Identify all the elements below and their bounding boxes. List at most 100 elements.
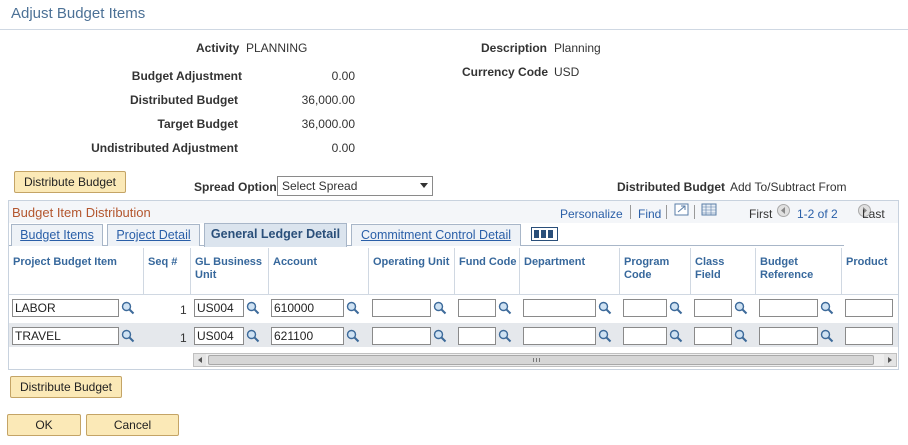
lookup-icon[interactable] [433, 301, 447, 315]
lookup-icon[interactable] [598, 301, 612, 315]
account-input[interactable]: 621100 [271, 327, 344, 345]
class-field-input[interactable] [694, 299, 732, 317]
program-code-input[interactable] [623, 299, 667, 317]
lookup-icon[interactable] [121, 329, 135, 343]
gl-business-unit-input[interactable]: US004 [194, 327, 244, 345]
operating-unit-input[interactable] [372, 327, 431, 345]
first-label: First [749, 207, 773, 221]
undistributed-adjustment-label: Undistributed Adjustment [91, 141, 238, 155]
spread-option-select[interactable]: Select Spread [277, 176, 433, 196]
lookup-icon[interactable] [246, 301, 260, 315]
column-separator [841, 248, 842, 294]
description-label: Description [481, 41, 548, 55]
personalize-link[interactable]: Personalize [560, 207, 623, 221]
distribute-budget-button-top[interactable]: Distribute Budget [14, 171, 126, 193]
column-header-operating-unit: Operating Unit [373, 256, 450, 268]
column-header-class-field: Class Field [695, 256, 725, 281]
lookup-icon[interactable] [346, 301, 360, 315]
spread-option-value: Select Spread [282, 179, 358, 193]
lookup-icon[interactable] [669, 301, 683, 315]
download-spreadsheet-icon[interactable] [701, 203, 717, 217]
lookup-icon[interactable] [734, 329, 748, 343]
product-input[interactable] [845, 299, 893, 317]
column-header-product: Product [846, 256, 888, 268]
activity-label: Activity [196, 41, 240, 55]
operating-unit-input[interactable] [372, 299, 431, 317]
grid-link-divider-2 [666, 205, 667, 219]
column-separator [454, 248, 455, 294]
column-separator [755, 248, 756, 294]
budget-reference-input[interactable] [759, 327, 818, 345]
department-input[interactable] [523, 299, 596, 317]
lookup-icon[interactable] [246, 329, 260, 343]
previous-row-icon[interactable] [777, 204, 790, 217]
grid-link-divider [630, 205, 631, 219]
lookup-icon[interactable] [669, 329, 683, 343]
fund-code-input[interactable] [458, 327, 496, 345]
last-label: Last [862, 207, 885, 221]
view-all-icon[interactable] [674, 203, 690, 217]
project-budget-item-input[interactable]: LABOR [12, 299, 119, 317]
product-input[interactable] [845, 327, 893, 345]
description-value: Planning [554, 41, 601, 55]
tab-general-ledger-detail[interactable]: General Ledger Detail [204, 223, 347, 247]
lookup-icon[interactable] [820, 301, 834, 315]
budget-adjustment-label: Budget Adjustment [131, 69, 242, 83]
target-budget-value: 36,000.00 [301, 117, 355, 131]
undistributed-adjustment-value: 0.00 [331, 141, 355, 155]
column-header-account: Account [273, 256, 317, 268]
distribute-budget-button-bottom[interactable]: Distribute Budget [10, 376, 122, 398]
column-header-project-budget-item: Project Budget Item [13, 256, 117, 268]
budget-reference-input[interactable] [759, 299, 818, 317]
page-title: Adjust Budget Items [11, 5, 146, 22]
class-field-input[interactable] [694, 327, 732, 345]
lookup-icon[interactable] [498, 329, 512, 343]
scroll-left-icon[interactable] [194, 354, 206, 366]
lookup-icon[interactable] [121, 301, 135, 315]
lookup-icon[interactable] [598, 329, 612, 343]
lookup-icon[interactable] [433, 329, 447, 343]
program-code-input[interactable] [623, 327, 667, 345]
budget-adjustment-value: 0.00 [331, 69, 355, 83]
column-separator [143, 248, 144, 294]
column-separator [619, 248, 620, 294]
lookup-icon[interactable] [734, 301, 748, 315]
project-budget-item-input[interactable]: TRAVEL [12, 327, 119, 345]
cancel-button[interactable]: Cancel [86, 414, 179, 436]
target-budget-label: Target Budget [157, 117, 238, 131]
column-header-fund-code: Fund Code [459, 256, 517, 268]
department-input[interactable] [523, 327, 596, 345]
title-divider [0, 29, 908, 30]
spread-option-label: Spread Option [194, 180, 277, 194]
column-header-program-code: Program Code [624, 256, 670, 281]
distributed-budget-value: 36,000.00 [301, 93, 355, 107]
tab-project-detail[interactable]: Project Detail [107, 224, 200, 246]
column-header-gl-business-unit: GL Business Unit [195, 256, 263, 281]
seq-value: 1 [180, 303, 187, 317]
column-separator [690, 248, 691, 294]
tab-commitment-control-detail[interactable]: Commitment Control Detail [351, 224, 521, 246]
find-link[interactable]: Find [638, 207, 661, 221]
column-separator [519, 248, 520, 294]
tab-budget-items[interactable]: Budget Items [11, 224, 103, 246]
gl-business-unit-input[interactable]: US004 [194, 299, 244, 317]
row-range-label: 1-2 of 2 [797, 207, 838, 221]
scroll-right-icon[interactable] [884, 354, 896, 366]
show-all-columns-icon[interactable] [531, 227, 559, 242]
fund-code-input[interactable] [458, 299, 496, 317]
account-input[interactable]: 610000 [271, 299, 344, 317]
lookup-icon[interactable] [498, 301, 512, 315]
lookup-icon[interactable] [346, 329, 360, 343]
scrollbar-thumb[interactable] [208, 355, 874, 365]
lookup-icon[interactable] [820, 329, 834, 343]
column-separator [268, 248, 269, 294]
currency-code-value: USD [554, 65, 580, 79]
activity-value: PLANNING [246, 41, 308, 55]
ok-button[interactable]: OK [7, 414, 81, 436]
distributed-budget-option-value: Add To/Subtract From [730, 180, 847, 194]
column-separator [190, 248, 191, 294]
column-separator [368, 248, 369, 294]
distributed-budget-option-label: Distributed Budget [617, 180, 725, 194]
chevron-down-icon [420, 183, 428, 188]
column-header-department: Department [524, 256, 586, 268]
